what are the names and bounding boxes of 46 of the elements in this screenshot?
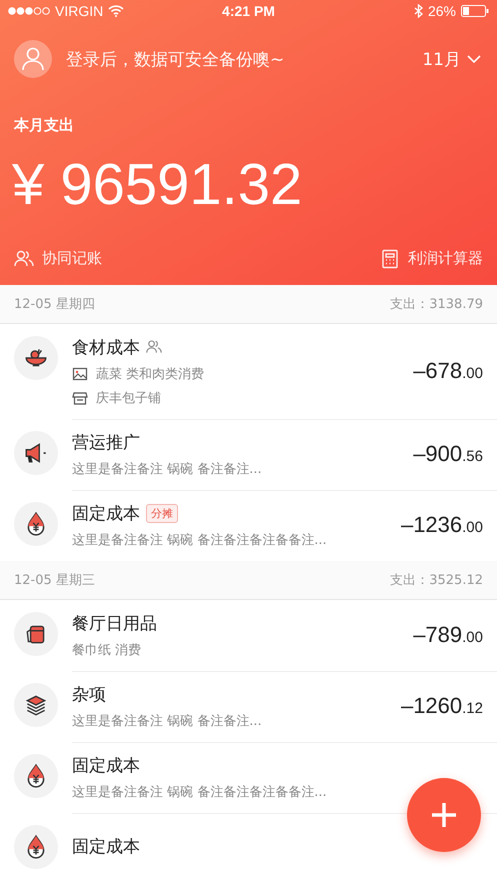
shop-icon [72, 390, 88, 406]
entry-detail: 蔬菜 类和肉类消费 [96, 366, 204, 383]
entry-note: 这里是备注备注 锅碗 备注备注备注备备注... [72, 532, 328, 549]
bluetooth-icon [414, 4, 423, 18]
entry-title: 餐厅日用品 [72, 612, 157, 635]
date-label: 12-05 星期四 [14, 296, 95, 313]
day-total: 支出：3525.12 [390, 572, 483, 589]
entry-title: 固定成本 [72, 754, 140, 777]
entry-title: 营运推广 [72, 432, 140, 454]
entry-note: 餐巾纸 消费 [72, 642, 142, 659]
entry-row[interactable]: 营运推广 这里是备注备注 锅碗 备注备注... –900.56 [0, 418, 497, 490]
chevron-down-icon [467, 54, 481, 64]
entry-amount: –900.56 [413, 441, 483, 468]
battery-icon [460, 5, 489, 17]
entry-note: 这里是备注备注 锅碗 备注备注备注备备注... [72, 784, 328, 801]
entry-row[interactable]: 固定成本 分摊 这里是备注备注 锅碗 备注备注备注备备注... –1236.00 [0, 490, 497, 561]
entry-title: 食材成本 [72, 336, 140, 359]
entry-note: 这里是备注备注 锅碗 备注备注... [72, 460, 263, 478]
entry-row[interactable]: 食材成本 蔬菜 类和肉类消费 庆丰包子铺 –678.00 [0, 324, 497, 419]
clock-time: 4:21 PM [222, 3, 275, 19]
entry-amount: –1236.00 [400, 512, 483, 538]
plus-icon [430, 801, 458, 829]
entry-title: 固定成本 [72, 836, 140, 858]
entry-note: 这里是备注备注 锅碗 备注备注... [72, 712, 263, 730]
entry-row[interactable]: 杂项 这里是备注备注 锅碗 备注备注... –1260.12 [0, 670, 497, 742]
entry-amount: –789.00 [413, 622, 483, 648]
date-label: 12-05 星期三 [14, 572, 95, 589]
people-icon [14, 248, 34, 269]
split-tag: 分摊 [146, 504, 178, 523]
day-total: 支出：3138.79 [390, 296, 483, 313]
entry-row[interactable]: 餐厅日用品 餐巾纸 消费 –789.00 [0, 600, 497, 671]
signal-icon [8, 7, 50, 15]
summary-label: 本月支出 [14, 116, 75, 135]
add-button[interactable] [407, 778, 481, 852]
total-amount: ¥ 96591.32 [12, 153, 304, 217]
entry-title: 杂项 [72, 684, 106, 706]
entry-amount: –1260.12 [400, 693, 483, 720]
battery-percent: 26% [428, 3, 456, 19]
avatar-icon[interactable] [14, 40, 52, 78]
carrier-name: VIRGIN [55, 3, 104, 19]
entry-title: 固定成本 [72, 502, 140, 525]
wifi-icon [108, 5, 124, 17]
entry-amount: –678.00 [413, 358, 483, 384]
calculator-icon [380, 248, 400, 269]
entry-detail: 庆丰包子铺 [96, 390, 161, 407]
image-icon [72, 366, 88, 382]
